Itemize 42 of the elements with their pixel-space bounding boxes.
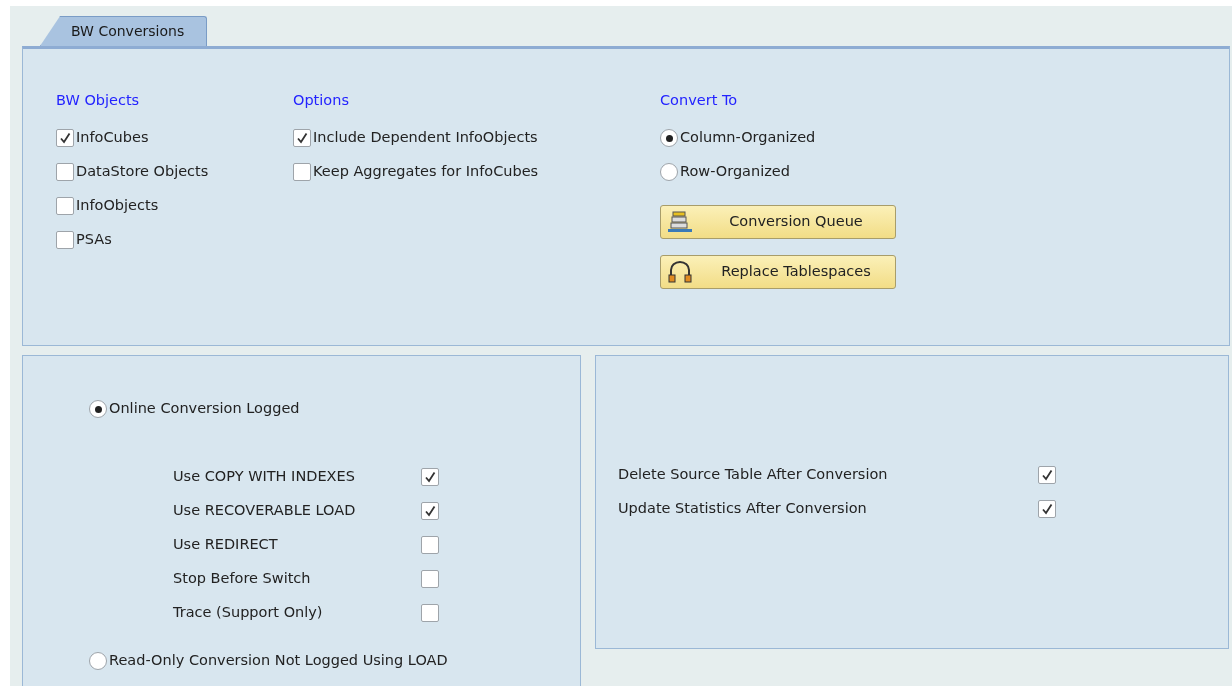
headphones-icon [667,261,693,283]
group-title: Convert To [660,91,739,110]
option-label: Stop Before Switch [173,569,312,589]
checkbox[interactable] [1038,500,1056,518]
toolbar-button[interactable]: Replace Tablespaces [660,255,896,289]
checkbox[interactable] [1038,466,1056,484]
toolbar-button[interactable]: Conversion Queue [660,205,896,239]
radio-label: Online Conversion Logged [109,399,300,419]
checkbox-label: PSAs [76,230,112,250]
checkbox[interactable] [293,163,311,181]
radio-button[interactable] [89,652,107,670]
option-label: Trace (Support Only) [173,603,324,623]
group-title: Options [293,91,350,110]
option-label: Use REDIRECT [173,535,279,555]
checkbox-label: InfoCubes [76,128,149,148]
radio-label: Row-Organized [680,162,790,182]
checkbox[interactable] [421,536,439,554]
radio-label: Read-Only Conversion Not Logged Using LOAD [109,651,448,671]
checkbox-label: Include Dependent InfoObjects [313,128,538,148]
checkbox-label: InfoObjects [76,196,159,216]
checkbox[interactable] [421,502,439,520]
tab[interactable]: BW Conversions [40,16,208,46]
option-label: Delete Source Table After Conversion [618,465,889,485]
checkbox[interactable] [293,129,311,147]
checkbox[interactable] [421,604,439,622]
radio-label: Column-Organized [680,128,816,148]
checkbox-label: DataStore Objects [76,162,209,182]
checkbox[interactable] [56,163,74,181]
radio-button[interactable] [89,400,107,418]
radio-button[interactable] [660,163,678,181]
option-label: Use RECOVERABLE LOAD [173,501,357,521]
checkbox[interactable] [56,129,74,147]
option-label: Use COPY WITH INDEXES [173,467,356,487]
group-title: BW Objects [56,91,141,110]
checkbox[interactable] [421,570,439,588]
checkbox[interactable] [421,468,439,486]
option-label: Update Statistics After Conversion [618,499,868,519]
checkbox[interactable] [56,231,74,249]
stack-icon [667,211,693,233]
radio-button[interactable] [660,129,678,147]
checkbox[interactable] [56,197,74,215]
checkbox-label: Keep Aggregates for InfoCubes [313,162,539,182]
